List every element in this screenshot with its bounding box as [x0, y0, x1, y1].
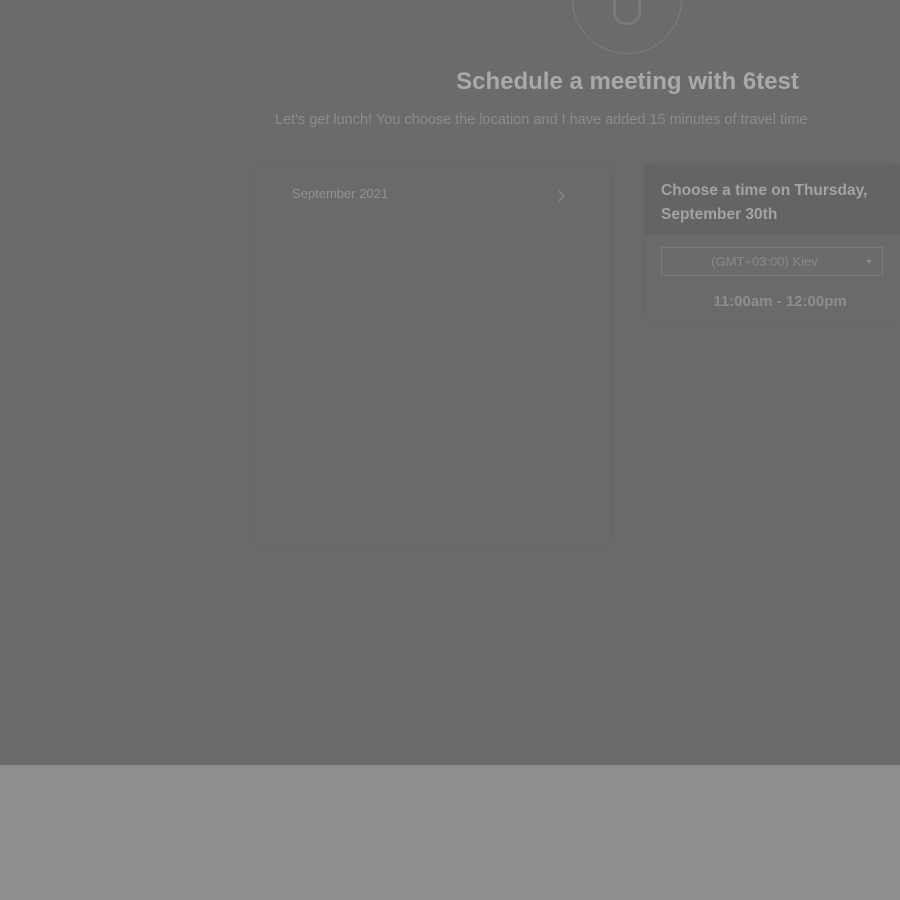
timezone-value: (GMT+03:00) Kiev	[711, 254, 818, 269]
calendar-card: September 2021	[255, 162, 610, 545]
time-panel-header: Choose a time on Thursday, September 30t…	[645, 165, 900, 235]
time-slot-button[interactable]: 11:00am - 12:00pm	[661, 293, 899, 310]
user-avatar-icon	[613, 0, 641, 25]
calendar-month-label: September 2021	[292, 186, 389, 201]
timezone-select[interactable]: (GMT+03:00) Kiev	[661, 247, 883, 276]
next-month-button[interactable]	[553, 188, 569, 204]
page-subtitle: Let's get lunch! You choose the location…	[275, 112, 808, 128]
user-avatar	[572, 0, 682, 54]
scheduling-page: Schedule a meeting with 6test Let's get …	[0, 0, 900, 900]
page-title: Schedule a meeting with 6test	[456, 68, 799, 95]
lower-background	[0, 765, 900, 900]
chevron-right-icon	[558, 190, 566, 202]
caret-down-icon	[866, 260, 872, 264]
modal-overlay: Schedule a meeting with 6test Let's get …	[0, 0, 900, 765]
time-panel-title: Choose a time on Thursday, September 30t…	[661, 182, 868, 223]
time-selection-panel: Choose a time on Thursday, September 30t…	[645, 165, 900, 325]
